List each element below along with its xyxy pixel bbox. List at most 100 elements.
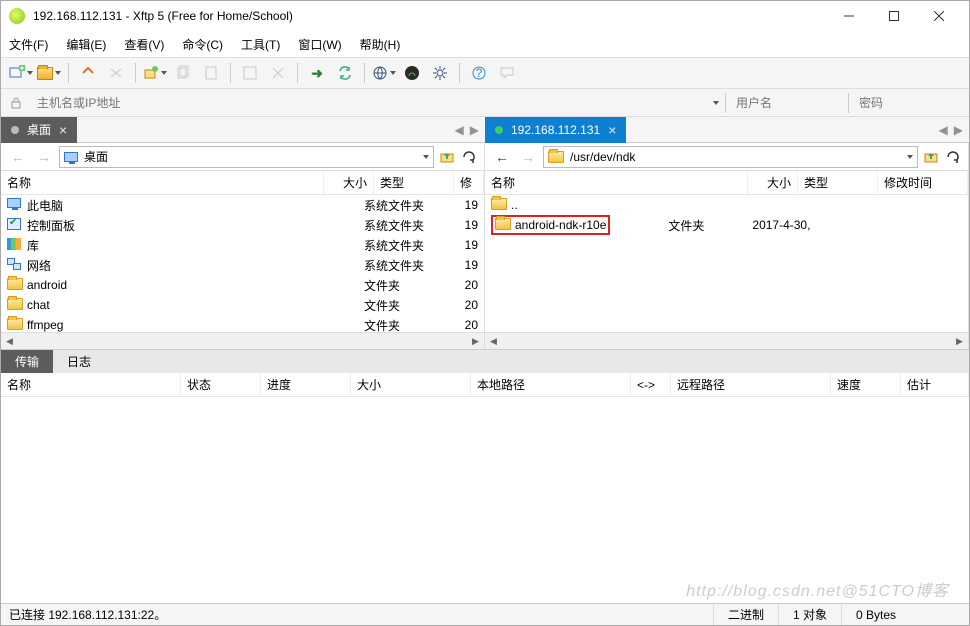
forward-button[interactable]: → [517,146,539,168]
list-item[interactable]: ffmpeg 文件夹 20 [1,315,484,332]
tcol-eta[interactable]: 估计 [901,373,969,396]
refresh-icon[interactable] [460,148,478,166]
transfer-right-icon[interactable]: ➜ [305,61,329,85]
path-box[interactable]: /usr/dev/ndk [543,146,918,168]
left-tabs: 桌面 × ◀▶ [1,117,485,143]
help-icon[interactable]: ? [467,61,491,85]
open-icon[interactable] [37,61,61,85]
back-button[interactable]: ← [491,146,513,168]
list-item[interactable]: android 文件夹 20 [1,275,484,295]
minimize-button[interactable] [826,2,871,30]
col-modified[interactable]: 修 [454,171,484,194]
disconnect-icon[interactable] [104,61,128,85]
col-type[interactable]: 类型 [798,171,878,194]
tcol-name[interactable]: 名称 [1,373,181,396]
tab-transfer[interactable]: 传输 [1,350,53,373]
tab-desktop[interactable]: 桌面 × [1,117,77,143]
col-modified[interactable]: 修改时间 [878,171,968,194]
properties-icon[interactable] [238,61,262,85]
scroll-right-icon[interactable]: ▶ [467,333,484,350]
tcol-status[interactable]: 状态 [181,373,261,396]
folder-icon [548,151,564,163]
file-type: 系统文件夹 [364,197,444,214]
menu-tools[interactable]: 工具(T) [241,36,280,53]
scroll-left-icon[interactable]: ◀ [1,333,18,350]
back-button[interactable]: ← [7,146,29,168]
tcol-speed[interactable]: 速度 [831,373,901,396]
list-item[interactable]: 网络 系统文件夹 19 [1,255,484,275]
file-type: 系统文件夹 [364,237,444,254]
path-dropdown-icon[interactable] [423,155,429,159]
left-file-list[interactable]: 此电脑 系统文件夹 19 控制面板 系统文件夹 19 库 系统文件夹 19 网络… [1,195,484,332]
menu-command[interactable]: 命令(C) [182,36,223,53]
scroll-right-icon[interactable]: ▶ [951,333,968,350]
copy-icon[interactable] [171,61,195,85]
col-size[interactable]: 大小 [324,171,374,194]
col-type[interactable]: 类型 [374,171,454,194]
file-name: 库 [27,237,306,254]
list-item[interactable]: 控制面板 系统文件夹 19 [1,215,484,235]
options-icon[interactable] [428,61,452,85]
tab-status-dot [11,126,19,134]
close-button[interactable] [916,2,961,30]
forward-button[interactable]: → [33,146,55,168]
pc-icon [7,198,21,208]
terminal-icon[interactable] [400,61,424,85]
list-item-updir[interactable]: .. [485,195,968,215]
web-icon[interactable] [372,61,396,85]
tab-remote[interactable]: 192.168.112.131 × [485,117,626,143]
new-folder-icon[interactable] [143,61,167,85]
sync-icon[interactable] [333,61,357,85]
col-size[interactable]: 大小 [748,171,798,194]
menu-window[interactable]: 窗口(W) [298,36,341,53]
refresh-icon[interactable] [944,148,962,166]
list-item[interactable]: 库 系统文件夹 19 [1,235,484,255]
tcol-direction[interactable]: <-> [631,373,671,396]
file-date: 20 [448,298,478,312]
tab-log[interactable]: 日志 [53,350,105,373]
menu-help[interactable]: 帮助(H) [360,36,401,53]
svg-text:?: ? [476,66,483,80]
delete-icon[interactable] [266,61,290,85]
tab-close-icon[interactable]: × [59,122,67,138]
folder-up-icon [491,198,507,210]
new-session-icon[interactable] [9,61,33,85]
scroll-left-icon[interactable]: ◀ [485,333,502,350]
transfer-body [1,397,969,603]
path-text: 桌面 [84,148,108,165]
menu-view[interactable]: 查看(V) [124,36,164,53]
right-scrollbar[interactable]: ◀ ▶ [485,332,968,349]
tcol-localpath[interactable]: 本地路径 [471,373,631,396]
menubar: 文件(F) 编辑(E) 查看(V) 命令(C) 工具(T) 窗口(W) 帮助(H… [1,31,969,57]
chat-icon[interactable] [495,61,519,85]
path-box[interactable]: 桌面 [59,146,434,168]
col-name[interactable]: 名称 [1,171,324,194]
list-item[interactable]: 此电脑 系统文件夹 19 [1,195,484,215]
right-nav: ← → /usr/dev/ndk [485,143,968,171]
right-file-list[interactable]: .. android-ndk-r10e 文件夹 2017-4-30, [485,195,968,332]
up-folder-icon[interactable] [438,148,456,166]
menu-file[interactable]: 文件(F) [9,36,48,53]
tab-close-icon[interactable]: × [608,122,616,138]
file-name: android-ndk-r10e [515,218,606,232]
password-input[interactable] [855,93,965,113]
tcol-size[interactable]: 大小 [351,373,471,396]
file-name: ffmpeg [27,318,306,332]
path-dropdown-icon[interactable] [907,155,913,159]
file-type: 文件夹 [364,317,444,333]
maximize-button[interactable] [871,2,916,30]
left-scrollbar[interactable]: ◀ ▶ [1,332,484,349]
menu-edit[interactable]: 编辑(E) [66,36,106,53]
tcol-remotepath[interactable]: 远程路径 [671,373,831,396]
host-dropdown-icon[interactable] [713,101,719,105]
tcol-progress[interactable]: 进度 [261,373,351,396]
list-item[interactable]: chat 文件夹 20 [1,295,484,315]
list-item[interactable]: android-ndk-r10e 文件夹 2017-4-30, [485,215,968,235]
up-folder-icon[interactable] [922,148,940,166]
paste-icon[interactable] [199,61,223,85]
col-name[interactable]: 名称 [485,171,748,194]
username-input[interactable] [732,93,842,113]
host-input[interactable] [33,93,705,113]
reconnect-icon[interactable] [76,61,100,85]
library-icon [7,238,21,250]
